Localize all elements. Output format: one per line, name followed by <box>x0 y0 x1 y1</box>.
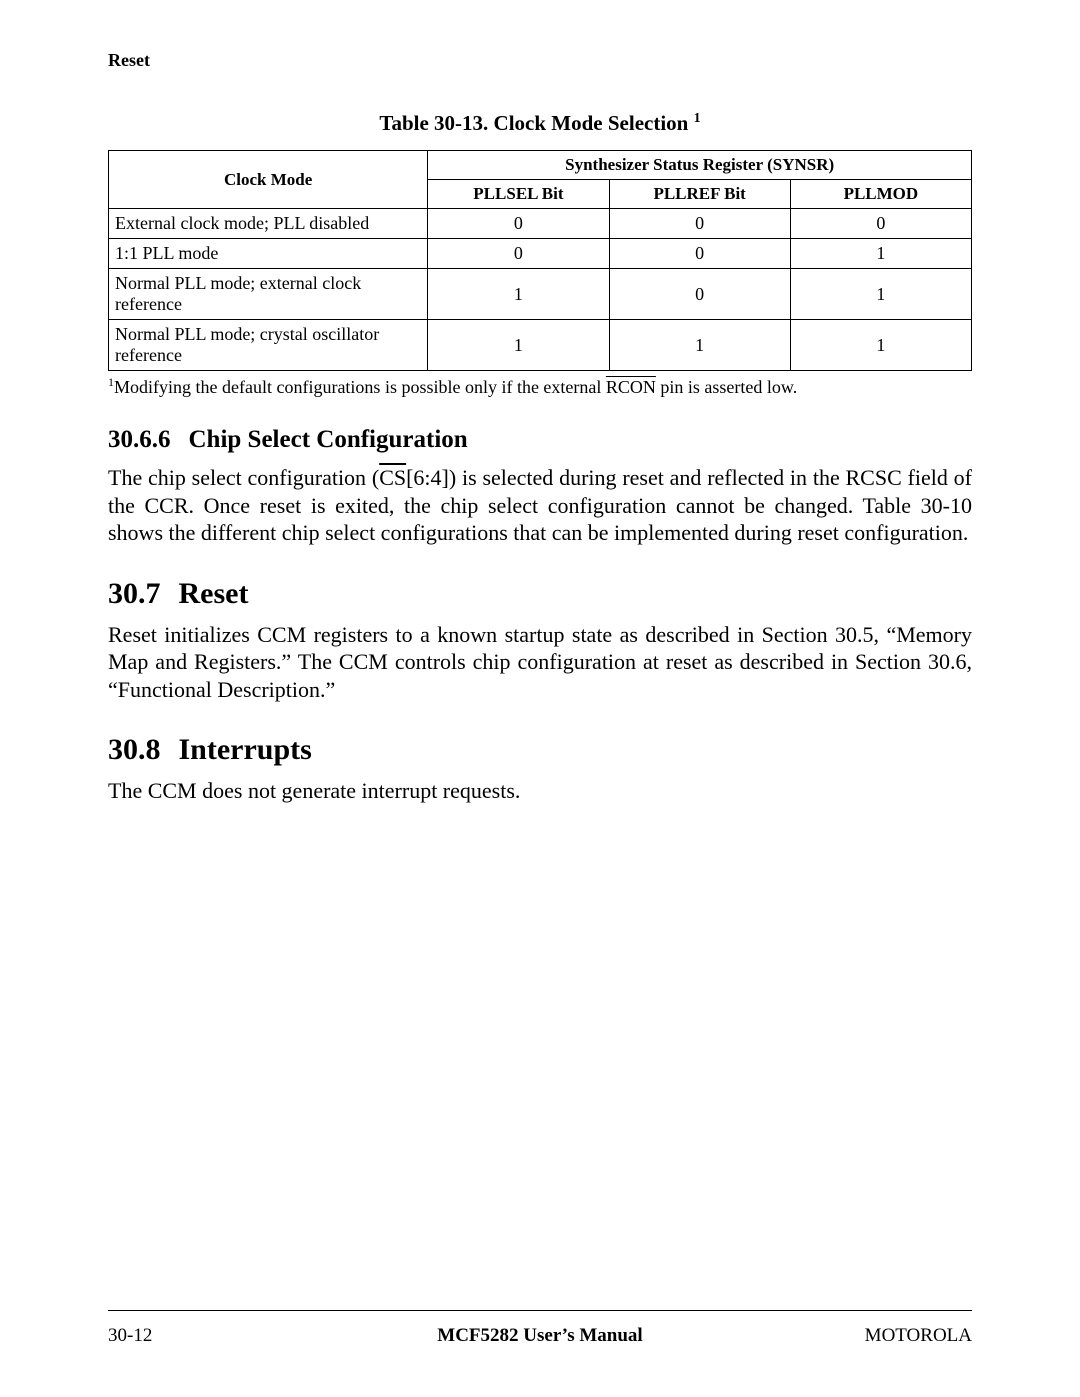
cell-mode: 1:1 PLL mode <box>109 239 428 269</box>
cell-mode: Normal PLL mode; external clock referenc… <box>109 269 428 320</box>
cell-pllmod: 1 <box>790 239 971 269</box>
para-overline: CS <box>379 465 406 490</box>
col-pllmod: PLLMOD <box>790 180 971 209</box>
cell-pllref: 1 <box>609 320 790 371</box>
table-row: 1:1 PLL mode 0 0 1 <box>109 239 972 269</box>
table-row: Normal PLL mode; crystal oscillator refe… <box>109 320 972 371</box>
table-caption-text: Table 30-13. Clock Mode Selection <box>379 111 693 135</box>
cell-pllsel: 0 <box>428 239 609 269</box>
heading-number: 30.6.6 <box>108 426 171 454</box>
heading-title: Reset <box>179 577 249 610</box>
table-footnote: 1Modifying the default configurations is… <box>108 375 972 398</box>
heading-title: Chip Select Configuration <box>189 426 468 453</box>
cell-pllsel: 0 <box>428 209 609 239</box>
footer-rule <box>108 1310 972 1311</box>
cell-pllsel: 1 <box>428 269 609 320</box>
heading-30-6-6: 30.6.6 Chip Select Configuration <box>108 426 972 454</box>
clock-mode-table: Clock Mode Synthesizer Status Register (… <box>108 150 972 371</box>
page: Reset Table 30-13. Clock Mode Selection … <box>0 0 1080 1397</box>
table-row: External clock mode; PLL disabled 0 0 0 <box>109 209 972 239</box>
table-header-row-1: Clock Mode Synthesizer Status Register (… <box>109 151 972 180</box>
para-30-6-6: The chip select configuration (CS[6:4]) … <box>108 464 972 547</box>
cell-pllmod: 1 <box>790 269 971 320</box>
cell-mode: External clock mode; PLL disabled <box>109 209 428 239</box>
heading-30-8: 30.8 Interrupts <box>108 733 972 767</box>
running-header: Reset <box>108 50 972 71</box>
col-clock-mode: Clock Mode <box>109 151 428 209</box>
heading-title: Interrupts <box>179 733 312 766</box>
footer-manual-title: MCF5282 User’s Manual <box>108 1325 972 1347</box>
cell-pllref: 0 <box>609 239 790 269</box>
footnote-before: Modifying the default configurations is … <box>114 377 606 397</box>
table-row: Normal PLL mode; external clock referenc… <box>109 269 972 320</box>
table-caption: Table 30-13. Clock Mode Selection 1 <box>108 111 972 136</box>
cell-pllref: 0 <box>609 209 790 239</box>
col-pllref: PLLREF Bit <box>609 180 790 209</box>
heading-number: 30.7 <box>108 577 161 611</box>
heading-30-7: 30.7 Reset <box>108 577 972 611</box>
para-30-8: The CCM does not generate interrupt requ… <box>108 777 972 805</box>
page-footer: 30-12 MCF5282 User’s Manual MOTOROLA <box>108 1325 972 1347</box>
col-pllsel: PLLSEL Bit <box>428 180 609 209</box>
heading-number: 30.8 <box>108 733 161 767</box>
cell-pllref: 0 <box>609 269 790 320</box>
cell-mode: Normal PLL mode; crystal oscillator refe… <box>109 320 428 371</box>
col-synsr-group: Synthesizer Status Register (SYNSR) <box>428 151 972 180</box>
para-text-before: The chip select configuration ( <box>108 465 379 490</box>
footnote-after: pin is asserted low. <box>656 377 797 397</box>
cell-pllsel: 1 <box>428 320 609 371</box>
cell-pllmod: 0 <box>790 209 971 239</box>
table-caption-sup: 1 <box>694 111 701 126</box>
para-30-7: Reset initializes CCM registers to a kno… <box>108 621 972 704</box>
footnote-overline: RCON <box>606 377 656 397</box>
cell-pllmod: 1 <box>790 320 971 371</box>
